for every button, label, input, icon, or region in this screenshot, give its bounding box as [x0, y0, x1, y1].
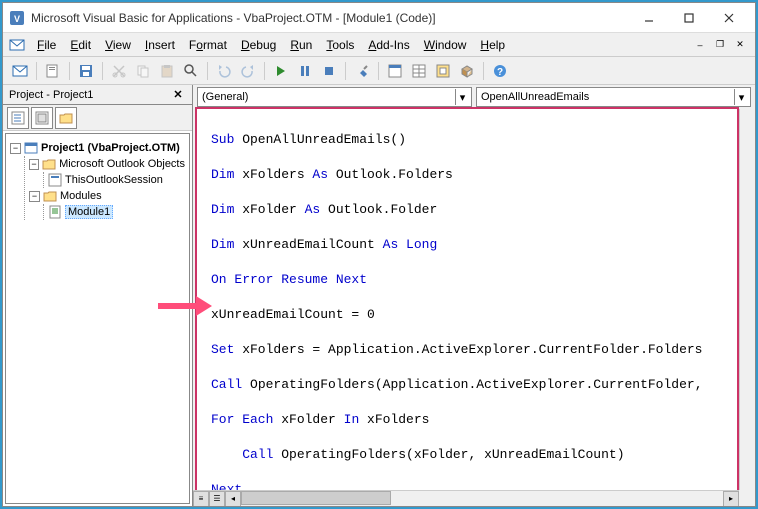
- project-panel-header: Project - Project1 ✕: [3, 85, 192, 105]
- project-explorer-button[interactable]: [384, 60, 406, 82]
- main-area: Project - Project1 ✕ − Project1 (VbaProj…: [3, 85, 755, 506]
- mdi-restore-button[interactable]: ❐: [711, 37, 729, 53]
- paste-button[interactable]: [156, 60, 178, 82]
- tree-label: Module1: [65, 205, 113, 219]
- view-object-button[interactable]: [31, 107, 53, 129]
- maximize-button[interactable]: [669, 4, 709, 32]
- undo-button[interactable]: [213, 60, 235, 82]
- menu-help[interactable]: Help: [474, 36, 511, 54]
- scroll-left-button[interactable]: ◂: [225, 491, 241, 507]
- menu-window[interactable]: Window: [418, 36, 473, 54]
- tree-folder-modules[interactable]: − Modules: [29, 188, 185, 204]
- save-button[interactable]: [75, 60, 97, 82]
- window-title: Microsoft Visual Basic for Applications …: [31, 11, 629, 25]
- cut-button[interactable]: [108, 60, 130, 82]
- window-controls: [629, 4, 749, 32]
- horizontal-scrollbar[interactable]: ≡ ☰ ◂ ▸: [193, 490, 739, 506]
- design-mode-button[interactable]: [351, 60, 373, 82]
- close-button[interactable]: [709, 4, 749, 32]
- minimize-button[interactable]: [629, 4, 669, 32]
- menu-file[interactable]: File: [31, 36, 62, 54]
- tree-label: Project1 (VbaProject.OTM): [41, 142, 180, 154]
- tree-folder-outlook-objects[interactable]: − Microsoft Outlook Objects: [29, 156, 185, 172]
- scroll-track[interactable]: [241, 491, 723, 507]
- tree-toggle-icon[interactable]: −: [29, 191, 40, 202]
- object-selector[interactable]: (General) ▾: [197, 87, 472, 107]
- redo-button[interactable]: [237, 60, 259, 82]
- vba-ide-window: V Microsoft Visual Basic for Application…: [2, 2, 756, 507]
- toolbar: ?: [3, 57, 755, 85]
- project-panel-toolbar: [3, 105, 192, 131]
- tree-label: ThisOutlookSession: [65, 174, 163, 186]
- scroll-thumb[interactable]: [241, 491, 391, 505]
- dropdown-arrow-icon: ▾: [734, 89, 748, 105]
- project-panel-title: Project - Project1: [9, 89, 170, 101]
- tree-label: Microsoft Outlook Objects: [59, 158, 185, 170]
- toggle-folders-button[interactable]: [55, 107, 77, 129]
- menu-run[interactable]: Run: [284, 36, 318, 54]
- insert-module-button[interactable]: [42, 60, 64, 82]
- project-panel-close-button[interactable]: ✕: [170, 87, 186, 103]
- folder-icon: [43, 189, 57, 203]
- svg-text:V: V: [14, 14, 20, 24]
- module-icon: [48, 205, 62, 219]
- menu-format[interactable]: Format: [183, 36, 233, 54]
- reset-button[interactable]: [318, 60, 340, 82]
- tree-item-module1[interactable]: Module1: [48, 204, 185, 220]
- vba-app-icon: V: [9, 10, 25, 26]
- view-mode-procedure-button[interactable]: ≡: [193, 491, 209, 507]
- procedure-selector[interactable]: OpenAllUnreadEmails ▾: [476, 87, 751, 107]
- tree-item-this-outlook-session[interactable]: ThisOutlookSession: [48, 172, 185, 188]
- code-editor[interactable]: Sub OpenAllUnreadEmails() Dim xFolders A…: [197, 109, 737, 506]
- menubar: File Edit View Insert Format Debug Run T…: [3, 33, 755, 57]
- menu-addins[interactable]: Add-Ins: [362, 36, 415, 54]
- toolbox-button[interactable]: [456, 60, 478, 82]
- code-selectors: (General) ▾ OpenAllUnreadEmails ▾: [193, 85, 755, 107]
- procedure-selector-value: OpenAllUnreadEmails: [481, 91, 589, 103]
- menu-tools[interactable]: Tools: [320, 36, 360, 54]
- view-mode-full-button[interactable]: ☰: [209, 491, 225, 507]
- menu-edit[interactable]: Edit: [64, 36, 97, 54]
- project-icon: [24, 141, 38, 155]
- menu-view[interactable]: View: [99, 36, 137, 54]
- code-highlight-box: Sub OpenAllUnreadEmails() Dim xFolders A…: [195, 107, 739, 506]
- vertical-scrollbar[interactable]: [739, 109, 755, 490]
- tree-toggle-icon[interactable]: −: [10, 143, 21, 154]
- tree-label: Modules: [60, 190, 102, 202]
- copy-button[interactable]: [132, 60, 154, 82]
- svg-text:?: ?: [497, 67, 503, 78]
- titlebar: V Microsoft Visual Basic for Application…: [3, 3, 755, 33]
- menu-debug[interactable]: Debug: [235, 36, 282, 54]
- run-button[interactable]: [270, 60, 292, 82]
- code-editor-area: (General) ▾ OpenAllUnreadEmails ▾ Sub Op…: [193, 85, 755, 506]
- break-button[interactable]: [294, 60, 316, 82]
- find-button[interactable]: [180, 60, 202, 82]
- menu-insert[interactable]: Insert: [139, 36, 181, 54]
- mdi-minimize-button[interactable]: –: [691, 37, 709, 53]
- folder-icon: [42, 157, 56, 171]
- tree-toggle-icon[interactable]: −: [29, 159, 39, 170]
- scroll-right-button[interactable]: ▸: [723, 491, 739, 507]
- view-code-button[interactable]: [7, 107, 29, 129]
- tree-root-project[interactable]: − Project1 (VbaProject.OTM): [10, 140, 185, 156]
- project-explorer-panel: Project - Project1 ✕ − Project1 (VbaProj…: [3, 85, 193, 506]
- dropdown-arrow-icon: ▾: [455, 89, 469, 105]
- help-button[interactable]: ?: [489, 60, 511, 82]
- object-browser-button[interactable]: [432, 60, 454, 82]
- project-tree: − Project1 (VbaProject.OTM) − Microsoft …: [5, 133, 190, 504]
- view-outlook-button[interactable]: [9, 60, 31, 82]
- properties-button[interactable]: [408, 60, 430, 82]
- outlook-icon: [9, 37, 25, 53]
- object-selector-value: (General): [202, 91, 248, 103]
- outlook-object-icon: [48, 173, 62, 187]
- mdi-close-button[interactable]: ✕: [731, 37, 749, 53]
